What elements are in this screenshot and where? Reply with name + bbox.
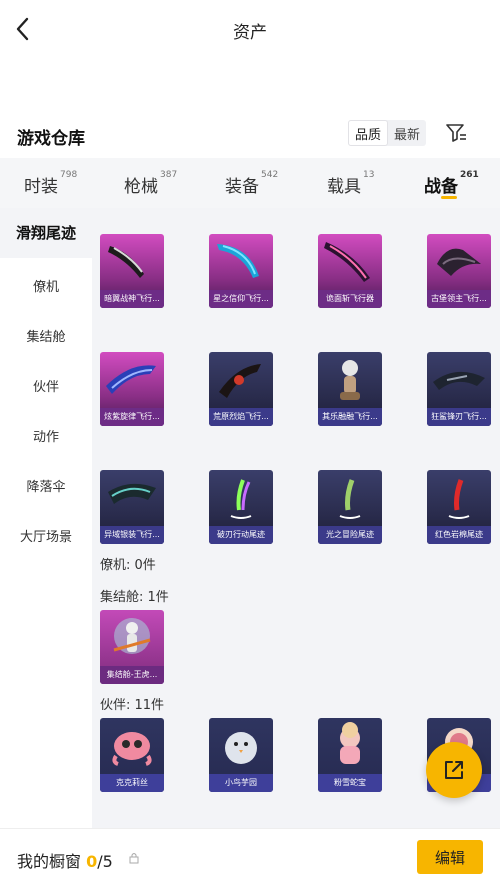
item-name: 荒原烈焰飞行... [209,408,273,426]
item-card[interactable]: 暗翼战神飞行... [100,234,164,308]
item-name: 红色岩棉尾迹 [427,526,491,544]
tab-label: 战备 [424,177,458,197]
item-name: 其乐融融飞行... [318,408,382,426]
tab-count: 798 [60,170,78,180]
item-card[interactable]: 炫紫旋律飞行... [100,352,164,426]
tab-equipment[interactable]: 装备542 [225,170,279,197]
item-card[interactable]: 集结舱-王虎... [100,610,164,684]
trail-image [448,479,470,519]
item-name: 星之信仰飞行... [209,290,273,308]
sidebar-item-wingman[interactable]: 僚机 [0,276,92,295]
external-share-icon [445,761,463,779]
share-button[interactable] [426,742,482,798]
sort-newest-button[interactable]: 最新 [388,120,426,146]
item-name: 古堡领主飞行... [427,290,491,308]
glider-wing-image [437,248,481,276]
item-card[interactable]: 古堡领主飞行... [427,234,491,308]
item-name: 暗翼战神飞行... [100,290,164,308]
partner-count-label: 伙伴: 11件 [100,698,165,713]
partner-pet-image [112,732,152,766]
active-tab-indicator [441,196,457,199]
trail-image [230,479,252,519]
tab-count: 387 [160,170,178,180]
tab-vehicles[interactable]: 载具13 [327,170,375,197]
glider-wing-image [219,364,261,398]
sidebar-item-capsule[interactable]: 集结舱 [0,326,92,345]
glider-wing-image [324,242,370,282]
item-card[interactable]: 荒原烈焰飞行... [209,352,273,426]
item-card[interactable]: 红色岩棉尾迹 [427,470,491,544]
glider-wing-image [108,483,156,504]
section-title: 游戏仓库 [17,129,85,149]
item-name: 狂鲨锋刃飞行... [427,408,491,426]
item-name: 破刃行动尾迹 [209,526,273,544]
wingman-count-label: 僚机: 0件 [100,558,156,573]
sidebar-item-parachute[interactable]: 降落伞 [0,476,92,495]
item-card[interactable]: 破刃行动尾迹 [209,470,273,544]
capsule-image [113,618,151,654]
showcase-bar: 我的橱窗 0/5 编辑 [0,828,500,885]
glider-wing-image [433,371,485,390]
item-card[interactable]: 诡面斩飞行器 [318,234,382,308]
item-name: 炫紫旋律飞行... [100,408,164,426]
top-bar: 资产 [0,0,500,60]
category-tabs: 时装798 枪械387 装备542 载具13 战备261 [0,158,500,208]
showcase-total: /5 [97,852,113,871]
sidebar-item-partner[interactable]: 伙伴 [0,376,92,395]
sidebar-item-glide-trail[interactable]: 滑翔尾迹 [0,208,92,258]
filter-icon[interactable] [444,121,468,145]
partner-pet-image [225,732,257,764]
item-name: 异域银装飞行... [100,526,164,544]
showcase-title: 我的橱窗 [17,852,82,871]
item-name: 小鸟芋园 [209,774,273,792]
item-name: 集结舱-王虎... [100,666,164,684]
item-card[interactable]: 克克莉丝 [100,718,164,792]
tab-count: 13 [363,170,375,180]
tab-guns[interactable]: 枪械387 [124,170,178,197]
item-grid: 暗翼战神飞行... 星之信仰飞行... 诡面斩飞行器 古堡领主飞行... 炫紫旋… [92,208,500,828]
tab-count: 542 [261,170,279,180]
tab-count: 261 [460,170,479,180]
tab-label: 枪械 [124,177,158,197]
item-card[interactable]: 光之冒险尾迹 [318,470,382,544]
lock-icon [129,853,139,864]
item-name: 粉雪蛇宝 [318,774,382,792]
capsule-count-label: 集结舱: 1件 [100,590,169,605]
tab-label: 装备 [225,177,259,197]
tab-battle-gear[interactable]: 战备261 [424,170,479,197]
glider-wing-image [108,246,144,278]
tab-fashion[interactable]: 时装798 [24,170,78,197]
tab-label: 时装 [24,177,58,197]
tab-label: 载具 [327,177,361,197]
sort-quality-button[interactable]: 品质 [348,120,388,146]
item-card[interactable]: 粉雪蛇宝 [318,718,382,792]
partner-pet-image [340,722,360,764]
sidebar-item-action[interactable]: 动作 [0,426,92,445]
glider-wing-image [106,365,156,394]
item-card[interactable]: 狂鲨锋刃飞行... [427,352,491,426]
showcase-label: 我的橱窗 0/5 [17,848,113,872]
item-name: 诡面斩飞行器 [318,290,382,308]
glider-wing-image [217,244,259,278]
item-card[interactable]: 异域银装飞行... [100,470,164,544]
item-card[interactable]: 星之信仰飞行... [209,234,273,308]
item-name: 克克莉丝 [100,774,164,792]
sort-toggle: 品质 最新 [348,120,426,146]
glider-wing-image [340,360,360,400]
item-card[interactable]: 其乐融融飞行... [318,352,382,426]
item-card[interactable]: 小鸟芋园 [209,718,273,792]
item-name: 光之冒险尾迹 [318,526,382,544]
trail-image [339,479,361,519]
sidebar: 滑翔尾迹 僚机 集结舱 伙伴 动作 降落伞 大厅场景 [0,208,92,828]
showcase-count: 0 [86,852,98,871]
edit-button[interactable]: 编辑 [417,840,483,874]
sidebar-item-lobby-scene[interactable]: 大厅场景 [0,526,92,545]
page-title: 资产 [233,23,267,43]
